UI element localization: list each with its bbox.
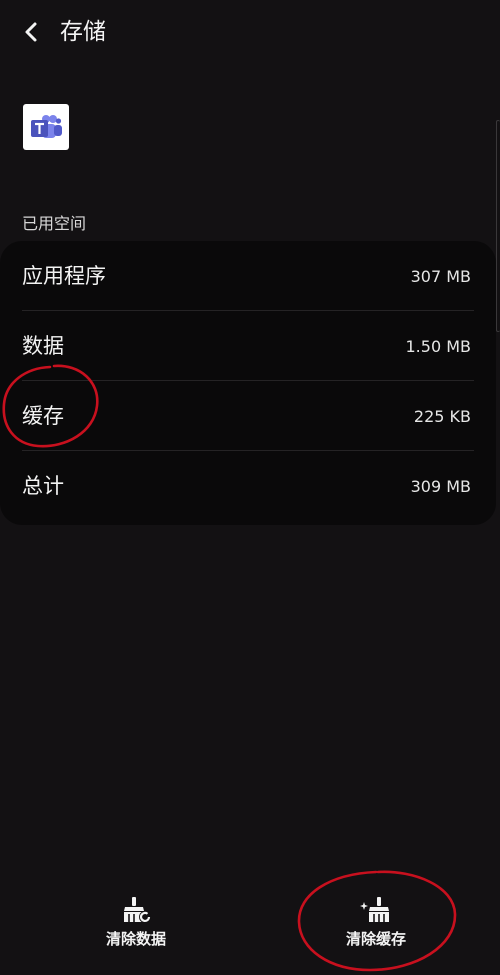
broom-data-icon (124, 897, 151, 923)
used-space-heading: 已用空间 (22, 214, 87, 233)
clear-data-label: 清除数据 (105, 930, 166, 948)
clear-cache-label: 清除缓存 (345, 930, 406, 948)
row-value: 225 KB (413, 407, 471, 426)
row-label: 总计 (22, 474, 64, 498)
storage-row-data[interactable]: 数据 1.50 MB (0, 311, 496, 381)
back-button[interactable] (14, 14, 50, 50)
storage-row-cache[interactable]: 缓存 225 KB (0, 381, 496, 451)
row-value: 307 MB (410, 267, 471, 286)
top-bar: 存储 (0, 0, 500, 64)
storage-card: 应用程序 307 MB 数据 1.50 MB 缓存 225 KB 总计 309 … (0, 241, 496, 525)
storage-row-app[interactable]: 应用程序 307 MB (0, 241, 496, 311)
broom-sparkle-icon (360, 897, 389, 922)
page-title: 存储 (60, 19, 106, 45)
app-icon-container (23, 104, 69, 150)
microsoft-teams-icon (31, 115, 62, 138)
row-label: 数据 (22, 334, 64, 358)
clear-data-button[interactable]: 清除数据 (46, 888, 226, 958)
back-arrow-icon (25, 22, 37, 42)
scrollbar[interactable] (496, 120, 500, 332)
row-label: 缓存 (22, 404, 64, 428)
row-value: 1.50 MB (405, 337, 472, 356)
row-value: 309 MB (410, 477, 471, 496)
row-label: 应用程序 (22, 264, 106, 288)
clear-cache-button[interactable]: 清除缓存 (286, 888, 466, 958)
storage-row-total[interactable]: 总计 309 MB (0, 451, 496, 521)
